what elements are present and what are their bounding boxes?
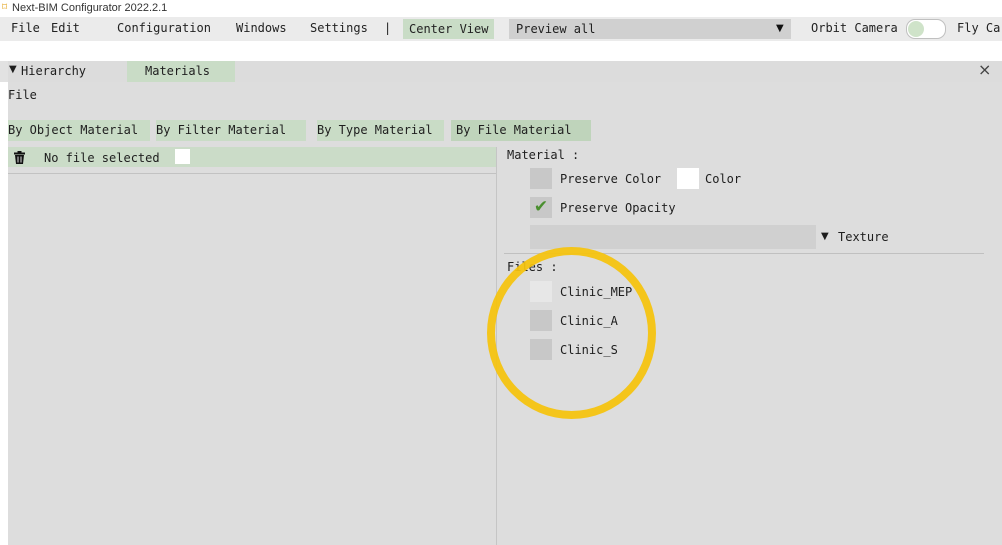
preserve-opacity-label: Preserve Opacity bbox=[560, 201, 676, 215]
texture-label: Texture bbox=[838, 230, 889, 244]
section-label-file: File bbox=[8, 88, 37, 102]
app-logo-icon: ⌑ bbox=[2, 2, 8, 13]
fly-camera-label: Fly Ca bbox=[957, 21, 1001, 35]
preserve-opacity-checkbox[interactable]: ✔ bbox=[530, 197, 552, 218]
checkmark-icon: ✔ bbox=[533, 197, 549, 217]
subtab-label: By Type Material bbox=[317, 123, 433, 137]
collapse-arrow-icon[interactable]: ▼ bbox=[9, 63, 17, 77]
subtab-by-file-material[interactable]: By File Material bbox=[451, 120, 591, 141]
preserve-color-checkbox[interactable] bbox=[530, 168, 552, 189]
trash-icon[interactable] bbox=[14, 151, 25, 164]
window-title: Next-BIM Configurator 2022.2.1 bbox=[12, 2, 168, 14]
menu-edit[interactable]: Edit bbox=[51, 21, 80, 36]
subtab-label: By File Material bbox=[456, 123, 572, 137]
dropdown-arrow-icon[interactable]: ▼ bbox=[776, 22, 784, 36]
tab-materials[interactable]: Materials bbox=[145, 63, 210, 79]
subtab-by-type-material[interactable]: By Type Material bbox=[317, 120, 444, 141]
subtab-by-object-material[interactable]: By Object Material bbox=[8, 120, 150, 141]
texture-select[interactable] bbox=[530, 225, 816, 249]
file-checkbox[interactable] bbox=[175, 149, 190, 164]
menu-settings[interactable]: Settings bbox=[310, 21, 368, 36]
camera-toggle[interactable] bbox=[906, 19, 946, 39]
left-divider bbox=[8, 173, 496, 174]
close-icon[interactable]: × bbox=[978, 60, 991, 80]
menu-windows[interactable]: Windows bbox=[236, 21, 287, 36]
subtab-label: By Object Material bbox=[8, 123, 139, 137]
preview-select-value: Preview all bbox=[516, 22, 596, 36]
material-heading: Material : bbox=[507, 148, 580, 162]
tab-hierarchy[interactable]: Hierarchy bbox=[21, 63, 86, 79]
subtab-by-filter-material[interactable]: By Filter Material bbox=[156, 120, 306, 141]
menu-configuration[interactable]: Configuration bbox=[117, 21, 211, 36]
color-swatch[interactable] bbox=[677, 168, 699, 189]
orbit-camera-label: Orbit Camera bbox=[811, 21, 898, 35]
menu-separator: | bbox=[384, 21, 392, 35]
toggle-knob bbox=[908, 21, 924, 37]
subtab-label: By Filter Material bbox=[156, 123, 287, 137]
no-file-selected-label: No file selected bbox=[44, 151, 160, 165]
center-view-button[interactable]: Center View bbox=[403, 19, 495, 39]
dropdown-arrow-icon[interactable]: ▼ bbox=[821, 230, 829, 244]
highlight-circle-annotation bbox=[487, 247, 656, 419]
menu-file[interactable]: File bbox=[11, 21, 40, 36]
color-label: Color bbox=[705, 172, 742, 186]
preserve-color-label: Preserve Color bbox=[560, 172, 662, 186]
